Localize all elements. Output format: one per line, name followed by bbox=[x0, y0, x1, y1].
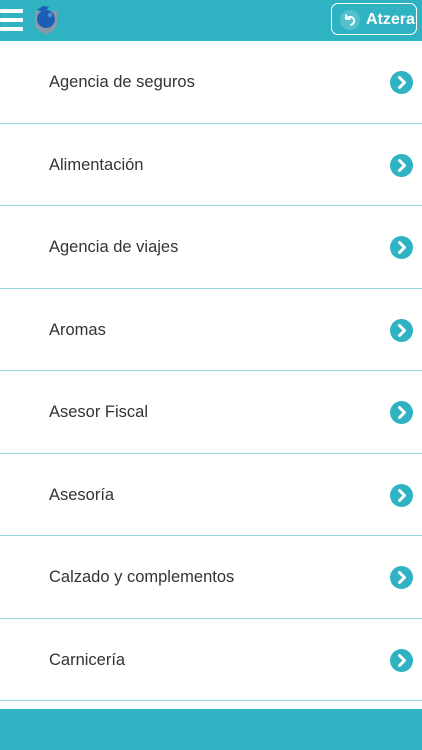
list-item[interactable]: Asesor Fiscal bbox=[0, 371, 422, 454]
list-item-label: Asesoría bbox=[49, 485, 115, 504]
list-item-label: Asesor Fiscal bbox=[49, 403, 149, 421]
menu-line bbox=[0, 18, 23, 22]
back-button-label: Atzera bbox=[366, 11, 415, 28]
menu-line bbox=[0, 27, 23, 31]
chevron-right-icon bbox=[390, 153, 413, 177]
chevron-right-icon bbox=[390, 71, 413, 94]
chevron-right-icon bbox=[390, 318, 413, 342]
list-item-label: Carnicería bbox=[49, 650, 126, 669]
chevron-right-icon bbox=[390, 401, 413, 424]
logo-graphic bbox=[35, 6, 57, 34]
category-list: Agencia de seguros Alimentación Agencia … bbox=[0, 41, 422, 701]
bottom-bar bbox=[0, 709, 422, 750]
list-item-label: Calzado y complementos bbox=[49, 568, 235, 586]
undo-arrow-icon bbox=[340, 10, 360, 30]
list-item[interactable]: Agencia de viajes bbox=[0, 206, 422, 289]
list-item[interactable]: Alimentación bbox=[0, 124, 422, 206]
hamburger-menu-icon[interactable] bbox=[0, 7, 24, 35]
list-item-label: Agencia de seguros bbox=[49, 73, 195, 91]
menu-line bbox=[0, 9, 23, 13]
chevron-right-icon bbox=[390, 483, 413, 507]
list-item[interactable]: Asesoría bbox=[0, 454, 422, 536]
list-item-label: Alimentación bbox=[49, 155, 144, 174]
chevron-right-icon bbox=[390, 566, 413, 589]
list-item[interactable]: Calzado y complementos bbox=[0, 536, 422, 619]
app-logo[interactable] bbox=[31, 4, 61, 36]
back-button[interactable]: Atzera bbox=[331, 3, 417, 35]
list-item[interactable]: Agencia de seguros bbox=[0, 41, 422, 124]
chevron-right-icon bbox=[390, 236, 413, 259]
list-item[interactable]: Carnicería bbox=[0, 619, 422, 701]
list-item-label: Aromas bbox=[49, 320, 106, 339]
top-app-bar: Atzera bbox=[0, 0, 422, 41]
chevron-right-icon bbox=[390, 648, 413, 672]
list-item-label: Agencia de viajes bbox=[49, 238, 179, 256]
list-item[interactable]: Aromas bbox=[0, 289, 422, 371]
